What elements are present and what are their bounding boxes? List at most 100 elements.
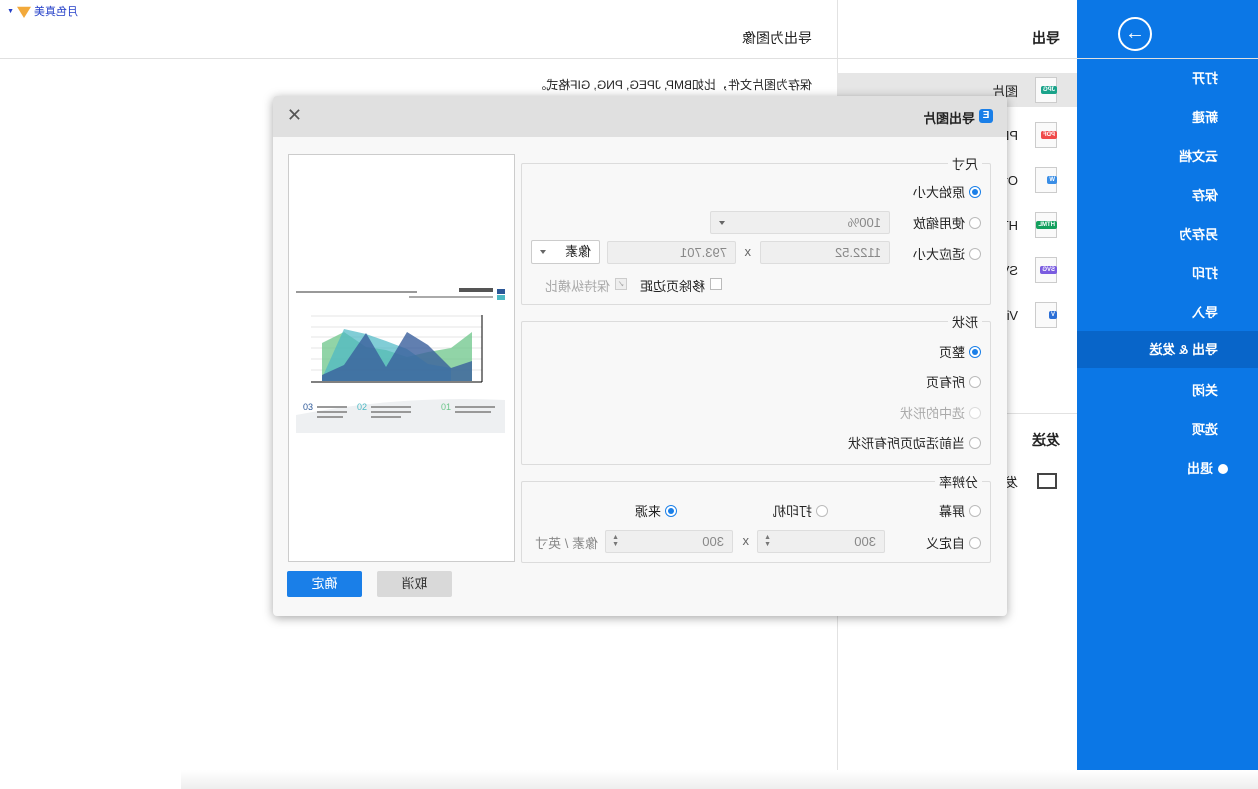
sidebar-item-exit[interactable]: 退出 bbox=[1077, 450, 1258, 487]
radio-icon bbox=[969, 216, 981, 229]
user-name: 月色真美 bbox=[34, 6, 78, 18]
radio-label: 屏幕 bbox=[938, 504, 965, 519]
exit-label: 退出 bbox=[1186, 461, 1213, 476]
vip-badge-icon bbox=[17, 4, 31, 18]
radio-label: 使用缩放 bbox=[912, 216, 965, 231]
radio-icon bbox=[969, 436, 981, 449]
cancel-button[interactable]: 取消 bbox=[377, 571, 452, 597]
keep-ratio-checkbox[interactable]: ✓ bbox=[615, 278, 627, 290]
jpg-file-icon: JPG bbox=[1035, 77, 1057, 103]
html-file-icon: HTML bbox=[1035, 212, 1057, 238]
radio-label: 原始大小 bbox=[912, 185, 965, 200]
export-image-dialog: E 导出图片 ✕ 尺寸 原始大小 使用缩放 适应大小 100% 1122.52 … bbox=[273, 96, 1007, 616]
email-icon bbox=[1037, 473, 1057, 489]
radio-icon bbox=[816, 504, 828, 517]
keep-ratio-label: 保持纵横比 bbox=[544, 279, 610, 294]
svg-file-icon: SVG bbox=[1035, 257, 1057, 283]
sidebar-item-save[interactable]: 保存 bbox=[1077, 177, 1258, 214]
preview-thumbnail: 03 02 01 bbox=[296, 286, 505, 433]
sidebar-item-close[interactable]: 关闭 bbox=[1077, 372, 1258, 409]
spinner-icon[interactable]: ▲ ▼ bbox=[764, 534, 771, 548]
sidebar-item-open[interactable]: 打开 bbox=[1077, 60, 1258, 97]
radio-icon bbox=[969, 406, 981, 419]
radio-icon bbox=[969, 185, 981, 198]
header-divider bbox=[0, 58, 1258, 59]
zoom-value: 100% bbox=[847, 215, 881, 230]
shape-legend: 形状 bbox=[951, 315, 978, 330]
radio-selected-shapes[interactable]: 选中的形状 bbox=[900, 403, 981, 422]
radio-label: 选中的形状 bbox=[899, 406, 965, 421]
resolution-legend: 分辨率 bbox=[938, 475, 978, 490]
radio-icon bbox=[665, 504, 677, 517]
unit-select[interactable]: 像素 bbox=[531, 240, 600, 264]
radio-label: 来源 bbox=[634, 504, 661, 519]
radio-use-zoom[interactable]: 使用缩放 bbox=[913, 213, 981, 232]
sidebar-item-print[interactable]: 打印 bbox=[1077, 255, 1258, 292]
dpi-unit-label: 像素 / 英寸 bbox=[535, 536, 598, 551]
height-input[interactable]: 793.701 bbox=[607, 241, 736, 264]
radio-icon bbox=[969, 375, 981, 388]
radio-original-size[interactable]: 原始大小 bbox=[913, 182, 981, 201]
word-file-icon: W bbox=[1035, 167, 1057, 193]
svg-text:02: 02 bbox=[357, 402, 367, 412]
radio-icon bbox=[969, 247, 981, 260]
image-preview: 03 02 01 bbox=[288, 154, 515, 562]
app-logo-icon: E bbox=[979, 109, 993, 123]
dpi-y-value: 300 bbox=[702, 534, 724, 549]
radio-printer[interactable]: 打印机 bbox=[773, 501, 828, 520]
bottom-shadow bbox=[181, 770, 1258, 789]
sidebar-item-cloud[interactable]: 云文档 bbox=[1077, 138, 1258, 175]
zoom-dropdown[interactable]: 100% bbox=[710, 211, 890, 234]
sidebar: → 打开 新建 云文档 保存 另存为 打印 导入 导出 & 发送 关闭 选项 退… bbox=[1077, 0, 1258, 789]
radio-all-pages[interactable]: 所有页 bbox=[926, 372, 981, 391]
visio-file-icon: V bbox=[1035, 302, 1057, 328]
svg-text:03: 03 bbox=[303, 402, 313, 412]
width-input[interactable]: 1122.52 bbox=[760, 241, 890, 264]
dialog-title: 导出图片 bbox=[922, 111, 975, 126]
sidebar-item-export-send[interactable]: 导出 & 发送 bbox=[1077, 331, 1258, 368]
radio-fit-size[interactable]: 适应大小 bbox=[913, 244, 981, 263]
radio-icon bbox=[969, 345, 981, 358]
chevron-down-icon bbox=[540, 250, 546, 254]
close-icon[interactable]: ✕ bbox=[287, 105, 302, 126]
radio-icon bbox=[969, 504, 981, 517]
radio-icon bbox=[969, 536, 981, 549]
export-header: 导出 bbox=[1032, 30, 1060, 46]
radio-whole-page[interactable]: 整页 bbox=[939, 342, 981, 361]
radio-label: 打印机 bbox=[772, 504, 812, 519]
radio-label: 所有页 bbox=[925, 375, 965, 390]
remove-margin-checkbox[interactable] bbox=[710, 278, 722, 290]
back-arrow-icon[interactable]: → bbox=[1118, 17, 1152, 51]
send-header: 发送 bbox=[1032, 432, 1060, 448]
dpi-y-stepper[interactable]: 300 ▲ ▼ bbox=[605, 530, 733, 553]
chevron-down-icon: ▼ bbox=[7, 7, 14, 15]
sidebar-item-import[interactable]: 导入 bbox=[1077, 294, 1258, 331]
sidebar-item-save-as[interactable]: 另存为 bbox=[1077, 216, 1258, 253]
user-menu[interactable]: 月色真美 ▼ bbox=[7, 3, 78, 19]
pdf-file-icon: PDF bbox=[1035, 122, 1057, 148]
description: 保存为图片文件，比如BMP, JPEG, PNG, GIF格式。 bbox=[534, 78, 812, 92]
chevron-down-icon bbox=[719, 221, 725, 225]
dpi-x-value: 300 bbox=[854, 534, 876, 549]
exit-icon bbox=[1218, 464, 1228, 474]
ok-button[interactable]: 确定 bbox=[287, 571, 362, 597]
remove-margin-label: 移除页边距 bbox=[639, 279, 705, 294]
radio-label: 自定义 bbox=[925, 536, 965, 551]
radio-screen[interactable]: 屏幕 bbox=[939, 501, 981, 520]
spinner-icon[interactable]: ▲ ▼ bbox=[612, 534, 619, 548]
page-title: 导出为图像 bbox=[742, 30, 812, 46]
times-label: x bbox=[744, 244, 752, 259]
sidebar-item-options[interactable]: 选项 bbox=[1077, 411, 1258, 448]
sidebar-item-new[interactable]: 新建 bbox=[1077, 99, 1258, 136]
radio-custom[interactable]: 自定义 bbox=[926, 533, 981, 552]
dpi-x-stepper[interactable]: 300 ▲ ▼ bbox=[757, 530, 885, 553]
dialog-header: E 导出图片 ✕ bbox=[273, 96, 1007, 137]
radio-current-page-shapes[interactable]: 当前活动页所有形状 bbox=[848, 433, 981, 452]
radio-label: 适应大小 bbox=[912, 247, 965, 262]
radio-label: 整页 bbox=[938, 345, 965, 360]
size-legend: 尺寸 bbox=[951, 157, 978, 172]
times-label: x bbox=[742, 533, 750, 548]
svg-text:01: 01 bbox=[441, 402, 451, 412]
radio-source[interactable]: 来源 bbox=[635, 501, 677, 520]
unit-value: 像素 bbox=[564, 244, 591, 259]
